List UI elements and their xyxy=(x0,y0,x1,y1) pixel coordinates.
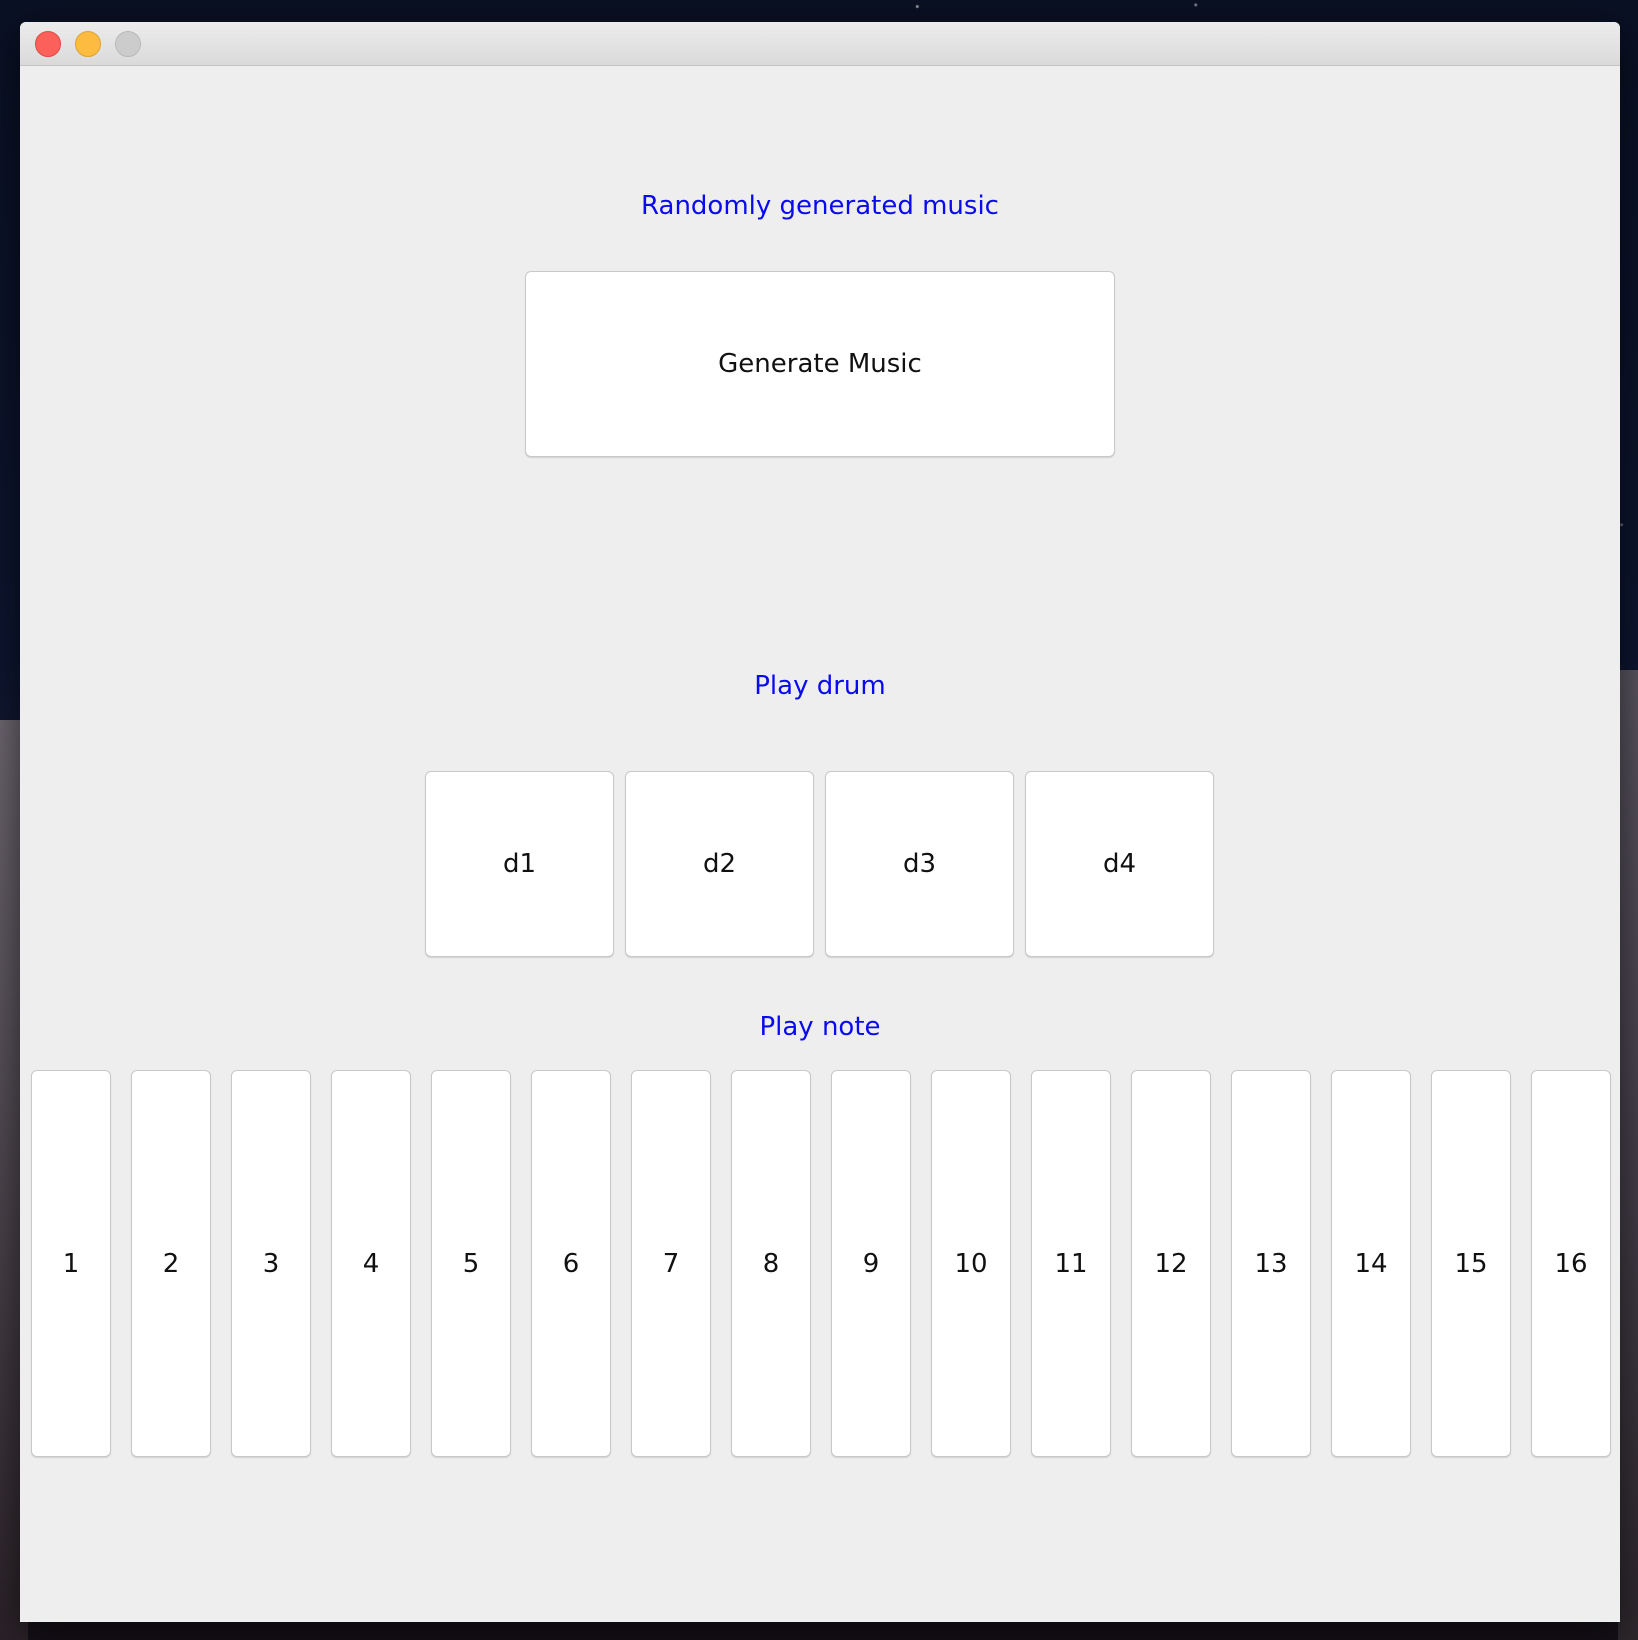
minimize-window-button[interactable] xyxy=(75,31,101,57)
note-button-5[interactable]: 5 xyxy=(431,1070,511,1457)
note-button-6[interactable]: 6 xyxy=(531,1070,611,1457)
note-button-8[interactable]: 8 xyxy=(731,1070,811,1457)
play-note-label: Play note xyxy=(759,1012,881,1042)
note-button-12[interactable]: 12 xyxy=(1131,1070,1211,1457)
drum-button-d4[interactable]: d4 xyxy=(1025,771,1214,957)
note-button-4[interactable]: 4 xyxy=(331,1070,411,1457)
note-button-10[interactable]: 10 xyxy=(931,1070,1011,1457)
close-window-button[interactable] xyxy=(35,31,61,57)
note-button-row: 1 2 3 4 5 6 7 8 9 10 11 12 13 14 15 16 xyxy=(31,1070,1611,1457)
zoom-window-button[interactable] xyxy=(115,31,141,57)
drum-button-d2[interactable]: d2 xyxy=(625,771,814,957)
random-music-label: Randomly generated music xyxy=(641,191,999,221)
note-button-7[interactable]: 7 xyxy=(631,1070,711,1457)
note-button-3[interactable]: 3 xyxy=(231,1070,311,1457)
window-titlebar[interactable] xyxy=(20,22,1620,66)
note-button-15[interactable]: 15 xyxy=(1431,1070,1511,1457)
play-drum-label: Play drum xyxy=(754,671,886,701)
note-button-14[interactable]: 14 xyxy=(1331,1070,1411,1457)
note-button-13[interactable]: 13 xyxy=(1231,1070,1311,1457)
app-window: Randomly generated music Generate Music … xyxy=(20,22,1620,1622)
drum-button-d1[interactable]: d1 xyxy=(425,771,614,957)
note-button-16[interactable]: 16 xyxy=(1531,1070,1611,1457)
note-button-1[interactable]: 1 xyxy=(31,1070,111,1457)
desktop-right-edge xyxy=(1618,670,1638,1640)
drum-button-row: d1 d2 d3 d4 xyxy=(425,771,1215,957)
generate-music-button[interactable]: Generate Music xyxy=(525,271,1115,457)
note-button-11[interactable]: 11 xyxy=(1031,1070,1111,1457)
note-button-2[interactable]: 2 xyxy=(131,1070,211,1457)
note-button-9[interactable]: 9 xyxy=(831,1070,911,1457)
drum-button-d3[interactable]: d3 xyxy=(825,771,1014,957)
